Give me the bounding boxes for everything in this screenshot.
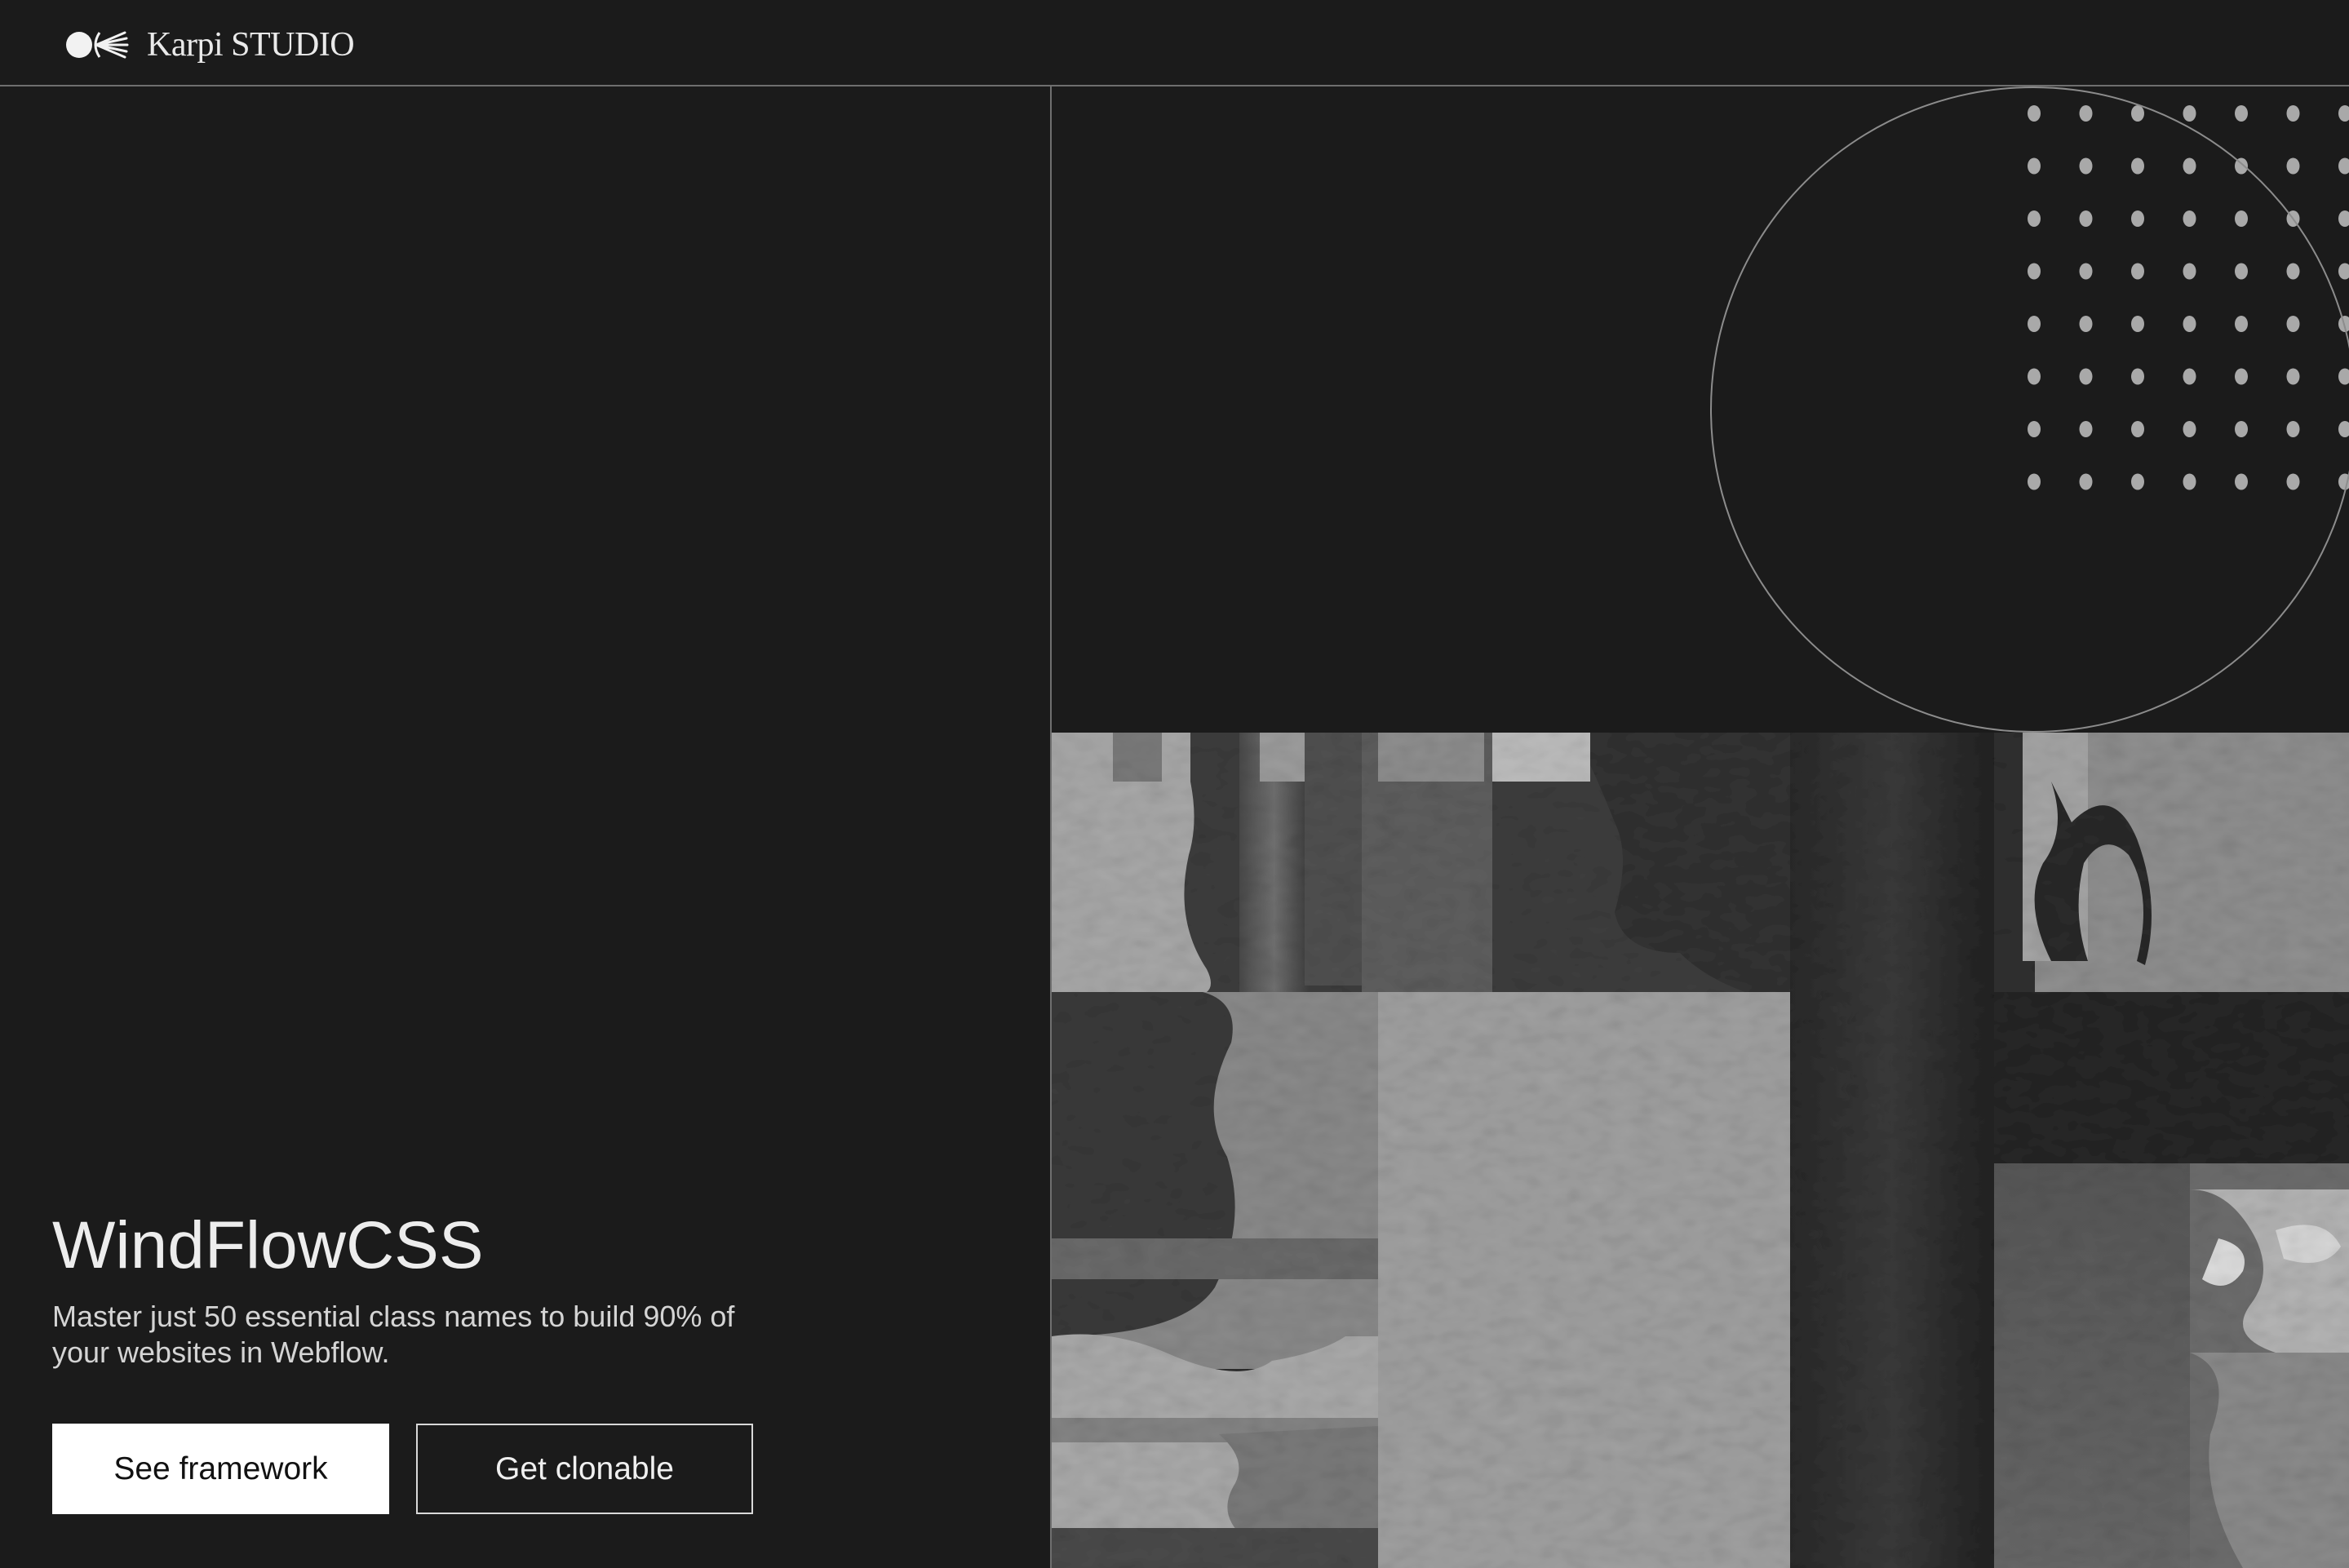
decorative-dot [2131, 210, 2144, 227]
decorative-dot [2028, 157, 2041, 175]
decorative-dot [2235, 210, 2248, 227]
dotted-circle-graphic [1710, 86, 2349, 733]
decorative-dot [2286, 105, 2300, 122]
decorative-dot [2028, 105, 2041, 122]
decorative-dot [2338, 368, 2349, 385]
decorative-dot [2131, 263, 2144, 280]
decorative-dot [2079, 157, 2093, 175]
decorative-dot [2028, 263, 2041, 280]
decorative-dot [2183, 473, 2196, 490]
decorative-dot [2235, 105, 2248, 122]
site-header: Karpi STUDIO [0, 0, 2349, 86]
decorative-dot [2235, 368, 2248, 385]
decorative-dot [2338, 210, 2349, 227]
decorative-dot [2235, 473, 2248, 490]
decorative-dot [2079, 421, 2093, 437]
decorative-dot [2286, 316, 2300, 332]
decorative-dot [2235, 421, 2248, 437]
decorative-dot [2131, 316, 2144, 332]
decorative-dot [2235, 263, 2248, 280]
brand-logo-link[interactable]: Karpi STUDIO [64, 24, 355, 65]
decorative-dot [2131, 368, 2144, 385]
decorative-dot [2286, 263, 2300, 280]
decorative-dot [2028, 210, 2041, 227]
decorative-dot [2183, 157, 2196, 175]
decorative-dot [2028, 421, 2041, 437]
decorative-dot [2183, 316, 2196, 332]
decorative-dot [2338, 421, 2349, 437]
decorative-dot [2183, 105, 2196, 122]
see-framework-button[interactable]: See framework [52, 1424, 389, 1514]
get-clonable-button[interactable]: Get clonable [416, 1424, 753, 1514]
decorative-dot [2235, 316, 2248, 332]
decorative-dot [2183, 368, 2196, 385]
brand-name: Karpi STUDIO [147, 26, 355, 64]
decorative-dot [2183, 263, 2196, 280]
hero-subtitle: Master just 50 essential class names to … [52, 1300, 735, 1369]
decorative-dot [2079, 316, 2093, 332]
decorative-dot [2183, 421, 2196, 437]
karpi-logo-icon [66, 31, 129, 59]
decorative-dot [2079, 473, 2093, 490]
decorative-dot [2131, 473, 2144, 490]
decorative-dot [2338, 105, 2349, 122]
decorative-dot [2338, 263, 2349, 280]
decorative-dot [2079, 210, 2093, 227]
decorative-dot [2028, 316, 2041, 332]
decorative-dot [2079, 105, 2093, 122]
decorative-dot [2286, 368, 2300, 385]
decorative-dot [2286, 157, 2300, 175]
decorative-dot [2183, 210, 2196, 227]
decorative-dot [2079, 368, 2093, 385]
decorative-dot [2286, 421, 2300, 437]
decorative-dot [2028, 368, 2041, 385]
abstract-artwork-image [1052, 733, 2349, 1568]
decorative-dot [2131, 421, 2144, 437]
decorative-dot [2131, 105, 2144, 122]
decorative-dot [2079, 263, 2093, 280]
hero-title: WindFlowCSS [52, 1208, 484, 1282]
decorative-dot [2338, 157, 2349, 175]
decorative-dot [2286, 473, 2300, 490]
decorative-dot [2028, 473, 2041, 490]
decorative-dot [2131, 157, 2144, 175]
